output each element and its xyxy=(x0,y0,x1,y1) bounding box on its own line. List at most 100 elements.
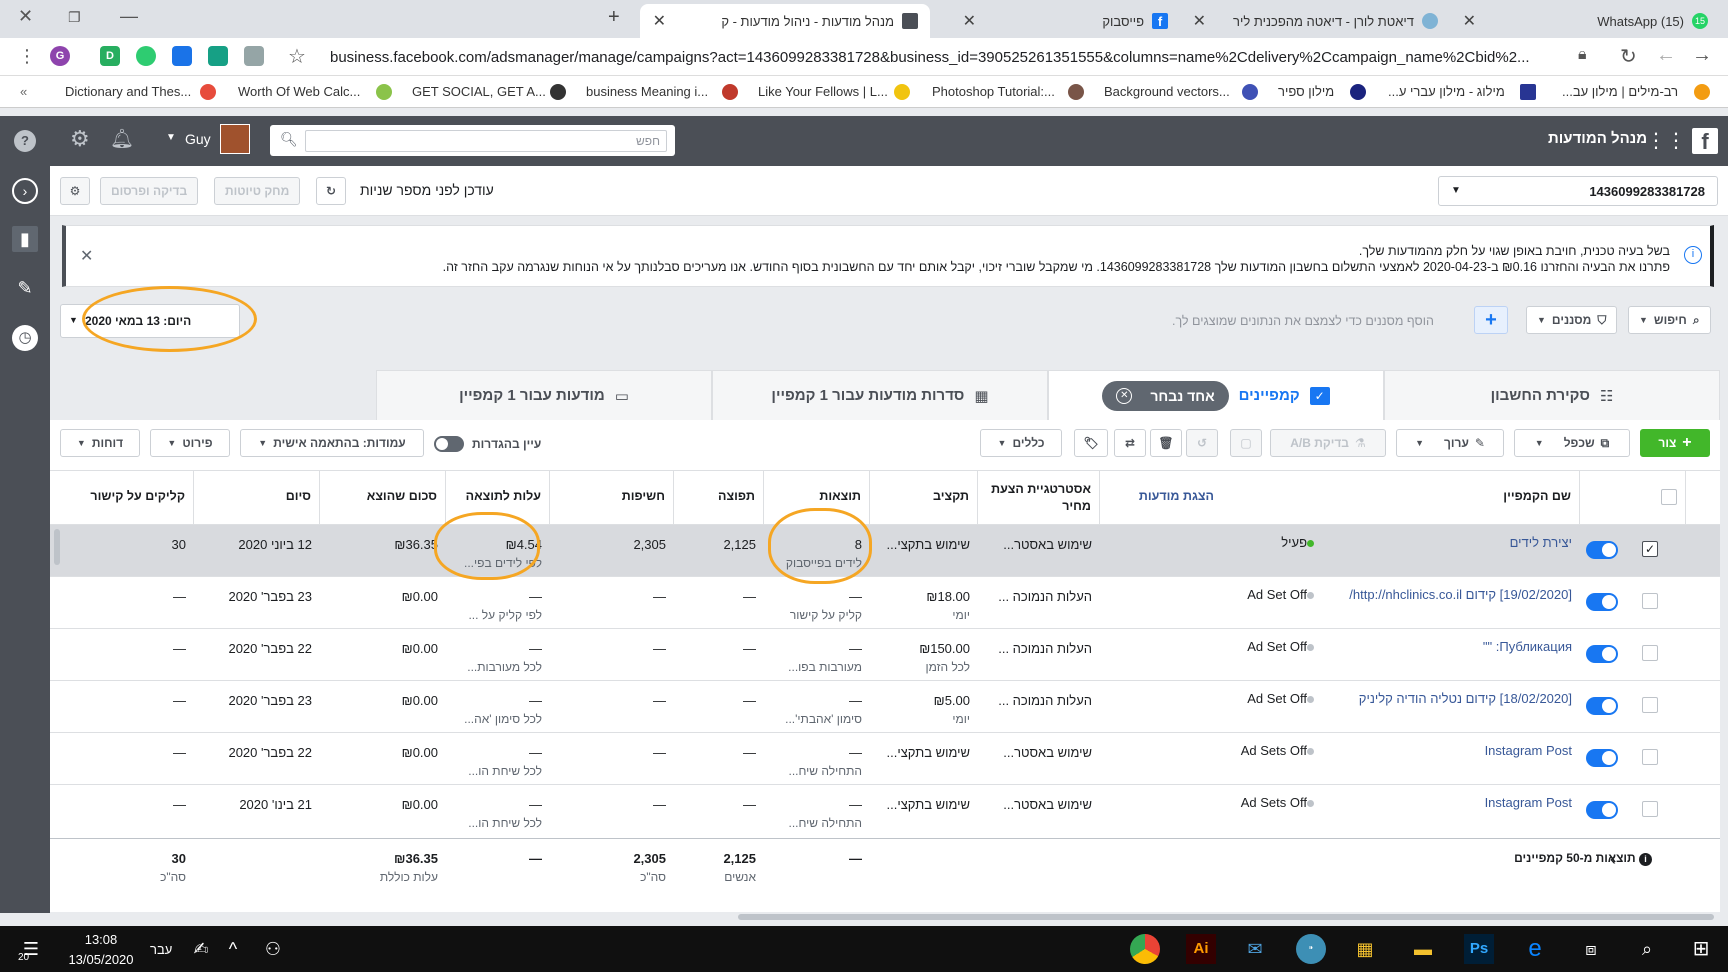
campaign-toggle[interactable] xyxy=(1586,801,1618,819)
vertical-scrollbar[interactable] xyxy=(54,529,60,565)
row-checkbox[interactable] xyxy=(1642,801,1658,817)
bookmark-item[interactable]: GET SOCIAL, GET A... xyxy=(412,84,546,99)
people-icon[interactable]: ⚇ xyxy=(258,934,288,964)
edit-button[interactable]: ✎ ערוך ▼ xyxy=(1396,429,1504,457)
undo-button[interactable]: ↺ xyxy=(1186,429,1218,457)
campaign-link[interactable]: [18/02/2020] קידום נטליה הודיה קליניק xyxy=(1359,691,1572,706)
chrome-icon[interactable] xyxy=(1130,934,1160,964)
expand-nav-icon[interactable]: › xyxy=(12,178,38,204)
breakdown-button[interactable]: פירוט ▼ xyxy=(150,429,230,457)
campaign-link[interactable]: Instagram Post xyxy=(1485,743,1572,758)
create-button[interactable]: + צור xyxy=(1640,429,1710,457)
table-row[interactable]: [18/02/2020] קידום נטליה הודיה קליניק Ad … xyxy=(50,680,1720,732)
facebook-logo-icon[interactable]: f xyxy=(1692,128,1718,154)
col-link-clicks[interactable]: קליקים על קישור xyxy=(72,471,194,524)
col-amount-spent[interactable]: סכום שהוצא xyxy=(320,471,446,524)
task-view-icon[interactable]: ⧈ xyxy=(1576,934,1606,964)
table-row[interactable]: Публикация: "" Ad Set Off העלות הנמוכה ...… xyxy=(50,628,1720,680)
search-box[interactable]: 🔍︎ חפש xyxy=(270,125,675,156)
bookmark-item[interactable]: Photoshop Tutorial:... xyxy=(932,84,1055,99)
discard-drafts-button[interactable]: מחק טיוטות xyxy=(214,177,301,205)
chevron-up-icon[interactable]: ^ xyxy=(218,934,248,964)
campaign-toggle[interactable] xyxy=(1586,541,1618,559)
extension-green-icon[interactable] xyxy=(136,46,156,66)
forward-icon[interactable]: ← xyxy=(1656,44,1676,67)
profile-avatar[interactable]: G xyxy=(50,46,70,66)
bookmark-item[interactable]: מילון ספיר xyxy=(1278,84,1334,99)
clock-date[interactable]: 13/05/2020 xyxy=(66,952,136,967)
campaign-toggle[interactable] xyxy=(1586,749,1618,767)
search-button[interactable]: ⌕ חיפוש ▼ xyxy=(1628,306,1711,334)
col-bid-strategy[interactable]: אסטרטגיית הצעת מחיר xyxy=(978,471,1100,524)
filters-button[interactable]: ⛉ מסננים ▼ xyxy=(1526,306,1618,334)
table-row[interactable]: [19/02/2020] קידום http://nhclinics.co.i… xyxy=(50,576,1720,628)
tab-campaigns[interactable]: ✓ קמפיינים אחד נבחר ✕ xyxy=(1048,370,1384,420)
user-name[interactable]: Guy xyxy=(185,131,211,147)
reports-chart-icon[interactable]: ▮ xyxy=(12,226,38,252)
row-checkbox[interactable]: ✓ xyxy=(1642,541,1658,557)
chevron-left-icon[interactable]: ‹ xyxy=(1610,849,1616,870)
close-tab-icon[interactable]: ✕ xyxy=(1193,11,1206,31)
col-ends[interactable]: סיום xyxy=(194,471,320,524)
horizontal-scrollbar[interactable] xyxy=(738,914,1714,920)
tag-button[interactable]: 🏷︎ xyxy=(1074,429,1108,457)
account-selector[interactable]: ▼ 1436099283381728 xyxy=(1438,176,1718,206)
tab-whatsapp[interactable]: 15 (15) WhatsApp ✕ xyxy=(1450,4,1720,38)
extension-blue-icon[interactable] xyxy=(172,46,192,66)
refresh-button[interactable]: ↻ xyxy=(316,177,346,205)
search-icon[interactable]: ⌕ xyxy=(1632,934,1662,964)
reload-icon[interactable]: ↻ xyxy=(1620,44,1637,69)
campaign-link[interactable]: יצירת לידים xyxy=(1510,535,1572,550)
search-input[interactable]: חפש xyxy=(305,130,667,152)
bookmark-item[interactable]: Like Your Fellows | L... xyxy=(758,84,888,99)
tab-diet[interactable]: דיאטת לורן - דיאטה מהפכנית ליר ✕ xyxy=(1180,4,1450,38)
extension-cube-icon[interactable] xyxy=(244,46,264,66)
edit-pencil-icon[interactable]: ✎ xyxy=(12,275,38,301)
close-tab-icon[interactable]: ✕ xyxy=(653,11,666,31)
duplicate-button[interactable]: ⧉ שכפל ▼ xyxy=(1514,429,1630,457)
mail-icon[interactable]: ✉ xyxy=(1240,934,1270,964)
minimize-window-icon[interactable]: — xyxy=(120,6,138,27)
export-button[interactable]: ⇄ xyxy=(1114,429,1146,457)
select-all-checkbox[interactable] xyxy=(1661,489,1677,505)
language-indicator[interactable]: עבר xyxy=(150,942,172,957)
bookmark-item[interactable]: business Meaning i... xyxy=(586,84,708,99)
edge-icon[interactable]: e xyxy=(1520,934,1550,964)
campaign-toggle[interactable] xyxy=(1586,593,1618,611)
campaign-link[interactable]: Instagram Post xyxy=(1485,795,1572,810)
user-dropdown-caret-icon[interactable]: ▼ xyxy=(166,132,176,143)
close-window-icon[interactable]: ✕ xyxy=(18,6,33,27)
row-checkbox[interactable] xyxy=(1642,645,1658,661)
back-icon[interactable]: → xyxy=(1692,44,1712,67)
avatar[interactable] xyxy=(220,124,250,154)
row-checkbox[interactable] xyxy=(1642,593,1658,609)
campaign-toggle[interactable] xyxy=(1586,697,1618,715)
bookmark-item[interactable]: מילוג - מילון עברי ע... xyxy=(1388,84,1505,99)
tab-account-overview[interactable]: ☷ סקירת החשבון xyxy=(1384,370,1720,420)
notifications-bell-icon[interactable]: 🔔︎ xyxy=(110,127,134,151)
bookmark-item[interactable]: Worth Of Web Calc... xyxy=(238,84,360,99)
clock-time[interactable]: 13:08 xyxy=(66,932,136,947)
extension-d-icon[interactable]: D xyxy=(100,46,120,66)
table-row[interactable]: Instagram Post Ad Sets Off שימוש באסטר... ש… xyxy=(50,732,1720,784)
history-clock-icon[interactable]: ◷ xyxy=(12,325,38,351)
view-settings-toggle[interactable]: עיין בהגדרות xyxy=(434,436,541,452)
file-explorer-icon[interactable]: ▬ xyxy=(1408,934,1438,964)
campaign-link[interactable]: Публикация: "" xyxy=(1483,639,1572,654)
selected-chip[interactable]: אחד נבחר ✕ xyxy=(1102,380,1229,411)
row-checkbox[interactable] xyxy=(1642,697,1658,713)
windows-start-icon[interactable]: ⊞ xyxy=(1686,934,1716,964)
bookmark-item[interactable]: Dictionary and Thes... xyxy=(65,84,191,99)
illustrator-icon[interactable]: Ai xyxy=(1186,934,1216,964)
reports-button[interactable]: דוחות ▼ xyxy=(60,429,140,457)
pen-icon[interactable]: ✍ xyxy=(186,934,216,964)
settings-button[interactable]: ⚙ xyxy=(60,177,90,205)
columns-button[interactable]: עמודות: בהתאמה אישית ▼ xyxy=(240,429,424,457)
bookmarks-overflow-icon[interactable]: « xyxy=(20,84,27,99)
help-icon[interactable]: ? xyxy=(14,130,36,152)
bookmark-item[interactable]: רב-מילים | מילון עב... xyxy=(1562,84,1678,99)
col-delivery[interactable]: הצגת מודעות xyxy=(1094,471,1304,524)
tab-ad-sets[interactable]: ▦ סדרות מודעות עבור 1 קמפיין xyxy=(712,370,1048,420)
settings-gear-icon[interactable]: ⚙ xyxy=(70,126,90,152)
col-impressions[interactable]: חשיפות xyxy=(550,471,674,524)
